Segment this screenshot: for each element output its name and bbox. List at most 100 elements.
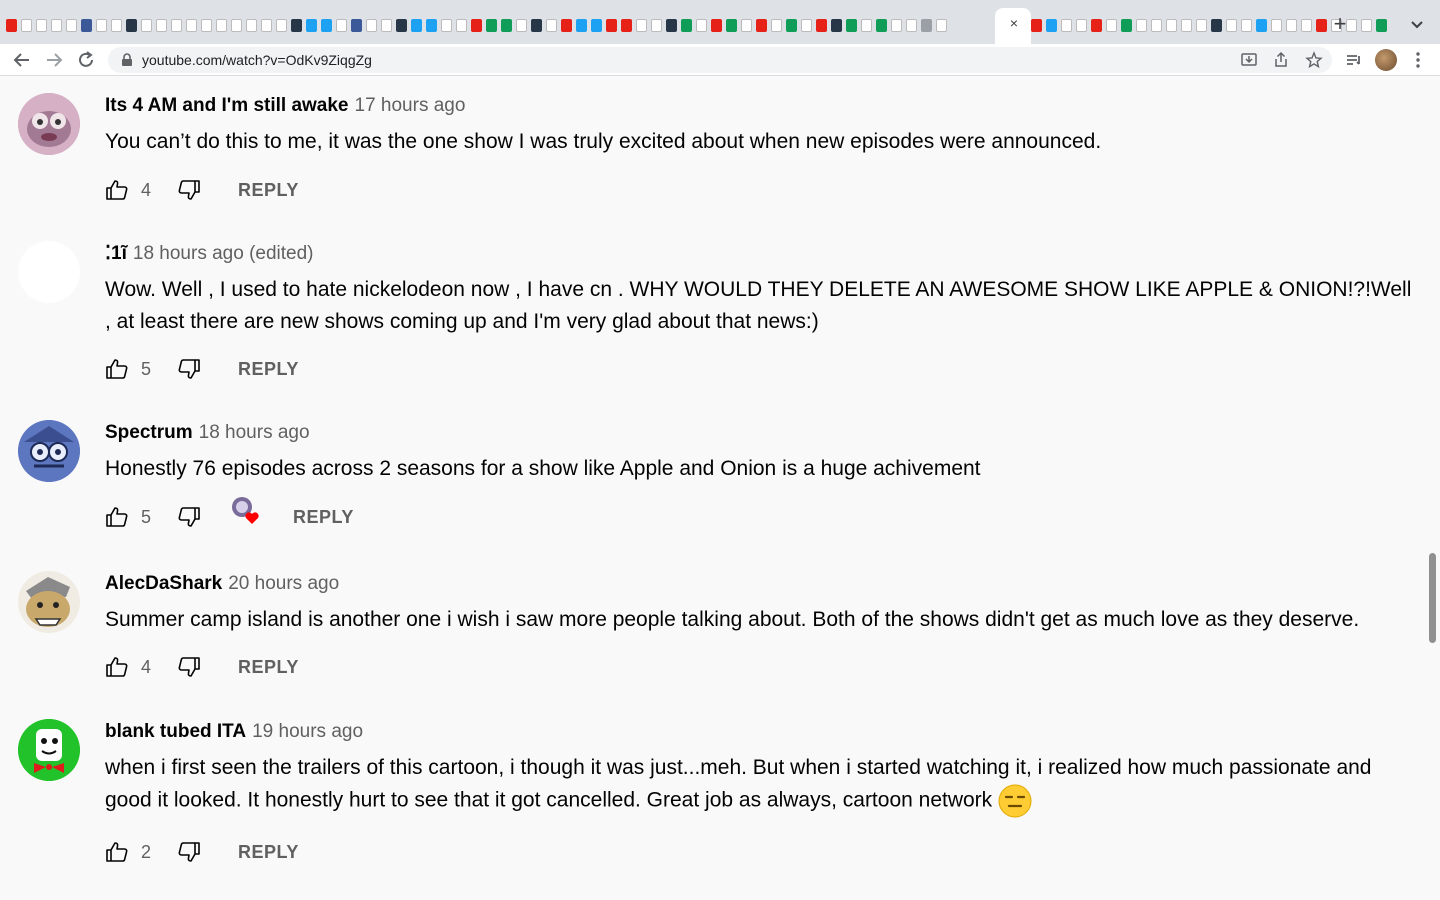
comment-author[interactable]: Its 4 AM and I'm still awake [105,95,349,116]
avatar[interactable] [18,420,80,482]
tab-favicon-icon[interactable] [921,18,932,32]
tab-favicon-icon[interactable] [531,18,542,32]
tab-favicon-icon[interactable] [726,18,737,32]
tab-search-chevron-icon[interactable] [1406,14,1428,36]
tab-favicon-icon[interactable] [336,18,347,32]
tab-favicon-icon[interactable] [381,18,392,32]
comment-time[interactable]: 20 hours ago [228,573,339,594]
tab-favicon-icon[interactable] [666,18,677,32]
tab-favicon-icon[interactable] [1031,18,1042,32]
thumbs-up-icon[interactable] [105,357,129,381]
scrollbar-thumb[interactable] [1429,553,1436,643]
thumbs-down-icon[interactable] [177,655,201,679]
tab-favicon-icon[interactable] [441,18,452,32]
comment-author[interactable]: Spectrum [105,422,193,443]
tab-favicon-icon[interactable] [306,18,317,32]
tab-favicon-icon[interactable] [1181,18,1192,32]
tab-favicon-icon[interactable] [891,18,902,32]
tab-favicon-icon[interactable] [396,18,407,32]
tab-favicon-icon[interactable] [906,18,917,32]
tab-favicon-icon[interactable] [1136,18,1147,32]
tab-favicon-icon[interactable] [81,18,92,32]
tab-favicon-icon[interactable] [651,18,662,32]
reload-icon[interactable] [74,48,98,72]
back-arrow-icon[interactable] [10,48,34,72]
comment-author[interactable]: ⁚1ĩ [105,243,127,264]
tab-favicon-icon[interactable] [516,18,527,32]
thumbs-up-icon[interactable] [105,178,129,202]
tab-favicon-icon[interactable] [1316,18,1327,32]
comment-author[interactable]: AlecDaShark [105,573,222,594]
share-icon[interactable] [1272,51,1290,69]
reply-button[interactable]: REPLY [238,357,299,381]
tab-favicon-icon[interactable] [546,18,557,32]
comment-time[interactable]: 18 hours ago [199,422,310,443]
tab-favicon-icon[interactable] [96,18,107,32]
tab-favicon-icon[interactable] [696,18,707,32]
tab-favicon-icon[interactable] [321,18,332,32]
tab-favicon-icon[interactable] [1271,18,1282,32]
avatar[interactable] [18,571,80,633]
tab-favicon-icon[interactable] [456,18,467,32]
tab-favicon-icon[interactable] [1211,18,1222,32]
tab-favicon-icon[interactable] [756,18,767,32]
comment-time[interactable]: 17 hours ago [355,95,466,116]
tab-favicon-icon[interactable] [606,18,617,32]
tab-close-icon[interactable]: × [1006,15,1022,31]
tab-favicon-icon[interactable] [816,18,827,32]
tab-favicon-icon[interactable] [471,18,482,32]
reply-button[interactable]: REPLY [238,178,299,202]
tab-favicon-icon[interactable] [846,18,857,32]
tab-favicon-icon[interactable] [1166,18,1177,32]
reply-button[interactable]: REPLY [238,840,299,864]
new-tab-button[interactable]: + [1328,12,1352,36]
tab-favicon-icon[interactable] [936,18,947,32]
tab-favicon-icon[interactable] [501,18,512,32]
thumbs-down-icon[interactable] [177,178,201,202]
tab-favicon-icon[interactable] [1091,18,1102,32]
tab-favicon-icon[interactable] [1151,18,1162,32]
tab-favicon-icon[interactable] [201,18,212,32]
tab-favicon-icon[interactable] [21,18,32,32]
tab-favicon-icon[interactable] [591,18,602,32]
reply-button[interactable]: REPLY [238,655,299,679]
tab-favicon-icon[interactable] [351,18,362,32]
thumbs-down-icon[interactable] [177,357,201,381]
tab-favicon-icon[interactable] [141,18,152,32]
lock-icon[interactable] [120,53,134,67]
tab-favicon-icon[interactable] [1046,18,1057,32]
tab-favicon-icon[interactable] [1286,18,1297,32]
tab-favicon-icon[interactable] [156,18,167,32]
bookmark-star-icon[interactable] [1305,51,1323,69]
comment-author[interactable]: blank tubed ITA [105,721,246,742]
tab-favicon-icon[interactable] [36,18,47,32]
comment-time[interactable]: 19 hours ago [252,721,363,742]
tab-favicon-icon[interactable] [246,18,257,32]
comment-time[interactable]: 18 hours ago (edited) [133,243,314,264]
forward-arrow-icon[interactable] [42,48,66,72]
tab-favicon-icon[interactable] [621,18,632,32]
thumbs-down-icon[interactable] [177,505,201,529]
install-app-icon[interactable] [1240,51,1258,69]
tab-favicon-icon[interactable] [231,18,242,32]
avatar[interactable] [18,241,80,303]
tab-favicon-icon[interactable] [261,18,272,32]
tab-favicon-icon[interactable] [741,18,752,32]
tab-favicon-icon[interactable] [831,18,842,32]
tab-favicon-icon[interactable] [1361,18,1372,32]
tab-favicon-icon[interactable] [1241,18,1252,32]
thumbs-up-icon[interactable] [105,655,129,679]
address-bar[interactable]: youtube.com/watch?v=OdKv9ZiqgZg [108,47,1332,73]
thumbs-down-icon[interactable] [177,840,201,864]
tab-favicon-icon[interactable] [1376,18,1387,32]
reply-button[interactable]: REPLY [293,505,354,529]
tab-favicon-icon[interactable] [486,18,497,32]
tab-favicon-icon[interactable] [366,18,377,32]
tab-favicon-icon[interactable] [1061,18,1072,32]
tab-favicon-icon[interactable] [561,18,572,32]
tab-favicon-icon[interactable] [291,18,302,32]
avatar[interactable] [18,93,80,155]
kebab-menu-icon[interactable] [1408,50,1428,70]
tab-favicon-icon[interactable] [636,18,647,32]
tab-favicon-icon[interactable] [216,18,227,32]
